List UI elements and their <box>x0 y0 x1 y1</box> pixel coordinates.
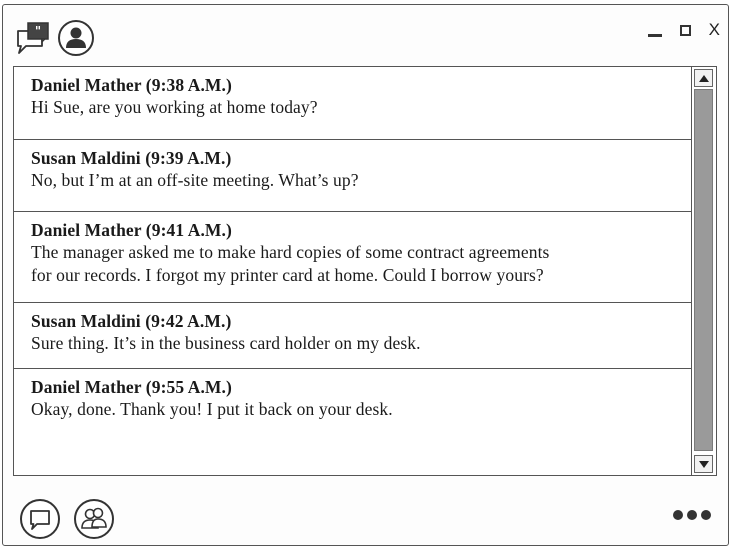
scroll-up-button[interactable] <box>694 69 713 87</box>
arrow-up-icon <box>698 74 709 82</box>
user-profile-icon[interactable] <box>57 19 95 57</box>
vertical-scrollbar[interactable] <box>691 67 716 475</box>
message-item: Susan Maldini (9:39 A.M.) No, but I’m at… <box>14 140 692 212</box>
dot <box>701 510 711 520</box>
close-button[interactable]: X <box>709 21 720 38</box>
chat-window: " X Daniel Mather (9:38 A.M.) Hi Sue, ar… <box>2 4 729 546</box>
message-item: Daniel Mather (9:38 A.M.) Hi Sue, are yo… <box>14 67 692 140</box>
message-sender: Susan Maldini (9:39 A.M.) <box>31 148 232 168</box>
message-list: Daniel Mather (9:38 A.M.) Hi Sue, are yo… <box>14 67 692 475</box>
titlebar-icons: " <box>15 19 95 57</box>
svg-text:": " <box>35 24 41 38</box>
message-item: Susan Maldini (9:42 A.M.) Sure thing. It… <box>14 303 692 369</box>
message-sender: Daniel Mather (9:55 A.M.) <box>31 377 232 397</box>
chat-bubble-icon[interactable] <box>19 498 61 540</box>
message-text: for our records. I forgot my printer car… <box>31 265 544 285</box>
dot <box>673 510 683 520</box>
message-text: Sure thing. It’s in the business card ho… <box>31 333 421 353</box>
message-item: Daniel Mather (9:41 A.M.) The manager as… <box>14 212 692 303</box>
message-sender: Susan Maldini (9:42 A.M.) <box>31 311 232 331</box>
dot <box>687 510 697 520</box>
more-options-icon[interactable] <box>673 510 711 520</box>
bottom-toolbar <box>19 498 115 540</box>
message-sender: Daniel Mather (9:38 A.M.) <box>31 75 232 95</box>
speech-bubble-quote-icon[interactable]: " <box>15 21 51 55</box>
maximize-icon[interactable] <box>679 24 691 36</box>
scroll-thumb[interactable] <box>694 89 713 451</box>
window-controls: X <box>647 21 720 38</box>
minimize-icon[interactable] <box>647 23 662 37</box>
arrow-down-icon <box>698 460 709 468</box>
message-text: Okay, done. Thank you! I put it back on … <box>31 399 393 419</box>
chat-transcript: Daniel Mather (9:38 A.M.) Hi Sue, are yo… <box>13 66 717 476</box>
message-text: Hi Sue, are you working at home today? <box>31 97 318 117</box>
message-sender: Daniel Mather (9:41 A.M.) <box>31 220 232 240</box>
contacts-icon[interactable] <box>73 498 115 540</box>
message-text: No, but I’m at an off-site meeting. What… <box>31 170 359 190</box>
scroll-down-button[interactable] <box>694 455 713 473</box>
message-item: Daniel Mather (9:55 A.M.) Okay, done. Th… <box>14 369 692 439</box>
message-text: The manager asked me to make hard copies… <box>31 242 550 262</box>
